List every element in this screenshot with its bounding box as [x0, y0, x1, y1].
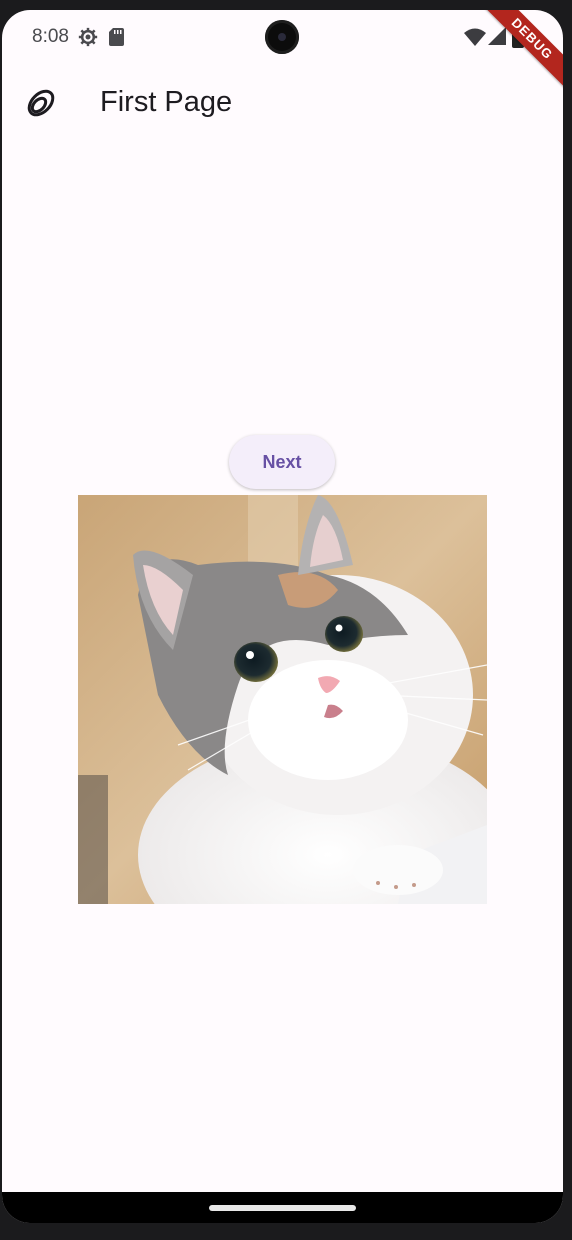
- next-button[interactable]: Next: [229, 435, 335, 489]
- gear-icon: [78, 27, 98, 47]
- page-title: First Page: [100, 86, 233, 118]
- signal-icon: [488, 27, 506, 45]
- rings-icon[interactable]: [24, 86, 58, 120]
- sd-card-icon: [109, 28, 124, 46]
- app-bar: First Page: [2, 66, 563, 138]
- phone-screen: 8:08 DEBUG First Page Next: [2, 10, 563, 1223]
- cat-image: [78, 495, 487, 904]
- camera-cutout: [265, 20, 299, 54]
- home-gesture-handle[interactable]: [209, 1205, 356, 1211]
- status-bar: 8:08 DEBUG: [2, 10, 563, 93]
- status-time: 8:08: [32, 26, 69, 47]
- system-nav-bar: [2, 1192, 563, 1223]
- wifi-icon: [464, 28, 486, 46]
